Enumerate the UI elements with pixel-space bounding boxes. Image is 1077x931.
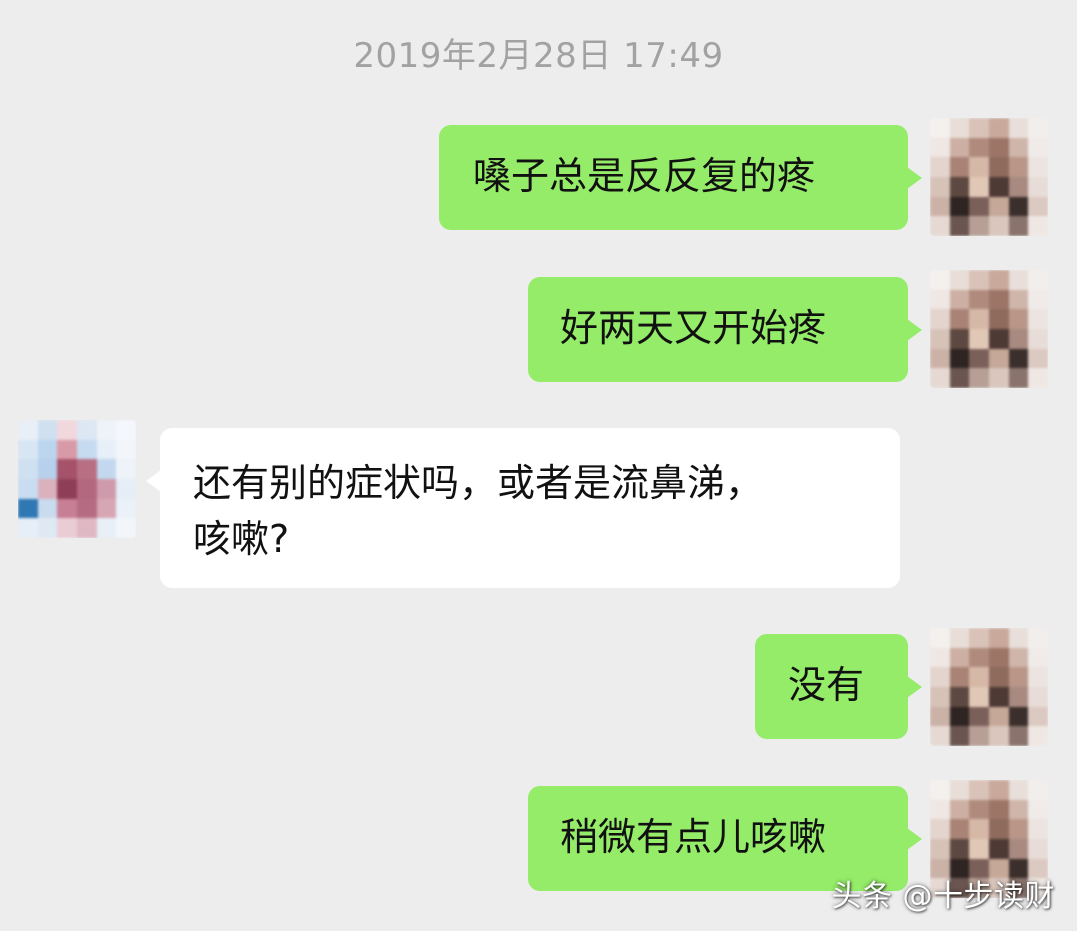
message-text-line: 还有别的症状吗，或者是流鼻涕， bbox=[193, 461, 764, 505]
bubble-tail bbox=[146, 470, 161, 492]
message-bubble-sent[interactable]: 嗓子总是反反复的疼 bbox=[439, 125, 922, 230]
message-text: 好两天又开始疼 bbox=[560, 306, 827, 350]
my-avatar-icon[interactable] bbox=[930, 270, 1048, 388]
bubble-tail bbox=[907, 319, 922, 341]
chat-timestamp: 2019年2月28日 17:49 bbox=[353, 36, 724, 76]
message-text: 嗓子总是反反复的疼 bbox=[473, 154, 816, 198]
message-text: 没有 bbox=[788, 663, 865, 707]
message-bubble-sent[interactable]: 没有 bbox=[755, 634, 922, 739]
bubble-tail bbox=[907, 676, 922, 698]
message-text: 稍微有点儿咳嗽 bbox=[560, 815, 827, 859]
my-avatar-icon[interactable] bbox=[930, 118, 1048, 236]
message-text-line: 咳嗽? bbox=[193, 517, 290, 561]
message-bubble-received[interactable]: 还有别的症状吗，或者是流鼻涕， 咳嗽? bbox=[146, 428, 900, 588]
bubble-tail bbox=[907, 167, 922, 189]
my-avatar-icon[interactable] bbox=[930, 628, 1048, 746]
message-bubble-sent[interactable]: 好两天又开始疼 bbox=[528, 277, 922, 382]
bubble-tail bbox=[907, 828, 922, 850]
contact-avatar-icon[interactable] bbox=[18, 420, 136, 538]
watermark: 头条 @十步读财 bbox=[831, 879, 1055, 914]
